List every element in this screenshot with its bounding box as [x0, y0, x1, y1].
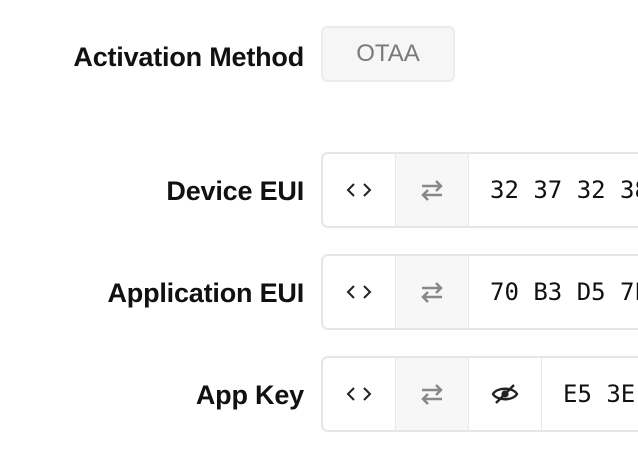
swap-byte-order-icon: [419, 383, 445, 405]
activation-method-badge: OTAA: [321, 26, 455, 82]
device-eui-row: Device EUI 32 37 32 38: [0, 152, 638, 230]
device-eui-format-button[interactable]: [323, 154, 396, 226]
code-toggle-icon: [346, 284, 372, 300]
code-toggle-icon: [346, 182, 372, 198]
swap-byte-order-icon: [419, 281, 445, 303]
activation-method-row: Activation Method OTAA: [0, 26, 638, 86]
code-toggle-icon: [346, 386, 372, 402]
app-key-row: App Key E5 3E: [0, 356, 638, 434]
app-key-format-button[interactable]: [323, 358, 396, 430]
application-eui-value[interactable]: 70 B3 D5 7E: [469, 256, 638, 328]
app-key-field: E5 3E: [321, 356, 638, 432]
application-eui-row: Application EUI 70 B3 D5 7E: [0, 254, 638, 332]
hide-eye-icon: [491, 383, 519, 405]
application-eui-field: 70 B3 D5 7E: [321, 254, 638, 330]
device-eui-value[interactable]: 32 37 32 38: [469, 154, 638, 226]
app-key-visibility-button[interactable]: [469, 358, 542, 430]
app-key-swap-button[interactable]: [396, 358, 469, 430]
device-eui-field: 32 37 32 38: [321, 152, 638, 228]
activation-method-label: Activation Method: [73, 42, 304, 72]
application-eui-swap-button[interactable]: [396, 256, 469, 328]
swap-byte-order-icon: [419, 179, 445, 201]
device-eui-swap-button[interactable]: [396, 154, 469, 226]
app-key-value[interactable]: E5 3E: [542, 358, 638, 430]
application-eui-format-button[interactable]: [323, 256, 396, 328]
